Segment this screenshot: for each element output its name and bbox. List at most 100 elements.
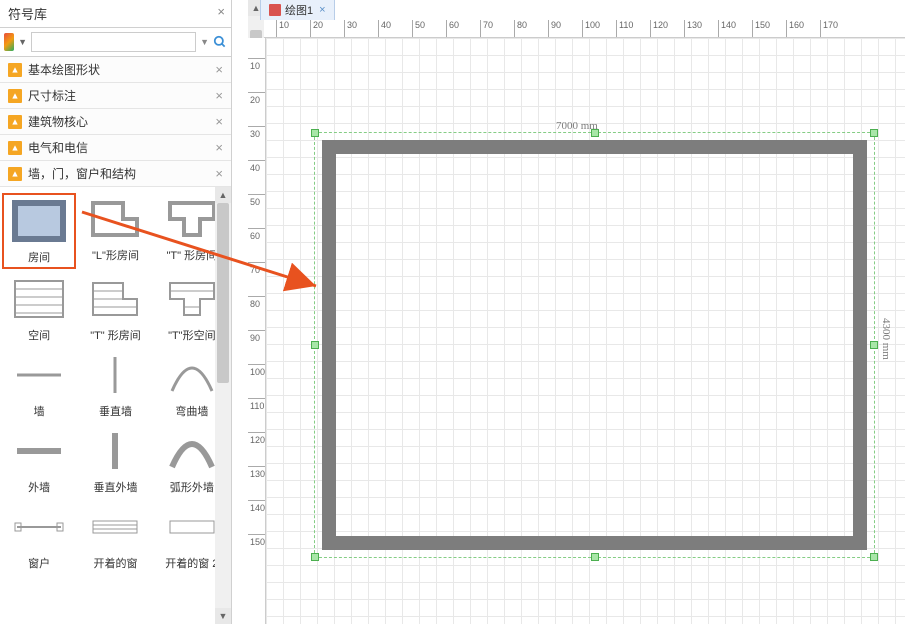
dimension-height-label: 4300 mm bbox=[880, 318, 892, 360]
ruler-tick: 140 bbox=[248, 500, 266, 513]
category-close-button[interactable]: × bbox=[215, 114, 223, 129]
document-icon bbox=[269, 4, 281, 16]
shape-l-room[interactable]: "L"形房间 bbox=[78, 193, 152, 269]
resize-handle-s[interactable] bbox=[591, 553, 599, 561]
category-close-button[interactable]: × bbox=[215, 140, 223, 155]
shapes-panel: 房间 "L"形房间 "T" 形房间 空间 "T" 形房间 "T"形空间 bbox=[0, 187, 231, 624]
canvas-area: ▲ ▼ 绘图1 × 102030405060708090100110120130… bbox=[232, 0, 905, 624]
category-icon bbox=[8, 141, 22, 155]
category-label: 建筑物核心 bbox=[28, 113, 215, 130]
search-input[interactable] bbox=[31, 32, 196, 52]
ruler-tick: 140 bbox=[718, 20, 736, 38]
category-walls-doors-windows[interactable]: 墙，门，窗户和结构 × bbox=[0, 161, 231, 187]
ruler-tick: 120 bbox=[248, 432, 266, 445]
shape-label: "T"形空间 bbox=[168, 327, 216, 343]
library-icon[interactable] bbox=[4, 33, 14, 51]
shape-label: 房间 bbox=[28, 249, 50, 265]
shape-room[interactable]: 房间 bbox=[2, 193, 76, 269]
shapes-scrollbar[interactable]: ▲ ▼ bbox=[215, 187, 231, 624]
shape-label: 弧形外墙 bbox=[170, 479, 214, 495]
ruler-tick: 150 bbox=[248, 534, 266, 547]
scroll-thumb[interactable] bbox=[217, 203, 229, 383]
ruler-tick: 80 bbox=[514, 20, 527, 38]
library-dropdown-arrow[interactable]: ▼ bbox=[18, 37, 27, 47]
shape-t-room-2[interactable]: "T" 形房间 bbox=[78, 273, 152, 345]
ruler-tick: 20 bbox=[248, 92, 266, 105]
category-close-button[interactable]: × bbox=[215, 166, 223, 181]
category-electrical[interactable]: 电气和电信 × bbox=[0, 135, 231, 161]
ruler-tick: 10 bbox=[276, 20, 289, 38]
shape-space[interactable]: 空间 bbox=[2, 273, 76, 345]
ruler-tick: 130 bbox=[248, 466, 266, 479]
shape-label: 空间 bbox=[28, 327, 50, 343]
close-sidebar-button[interactable]: × bbox=[217, 4, 225, 19]
category-building-core[interactable]: 建筑物核心 × bbox=[0, 109, 231, 135]
shape-label: "T" 形房间 bbox=[90, 327, 141, 343]
ruler-tick: 20 bbox=[310, 20, 323, 38]
resize-handle-nw[interactable] bbox=[311, 129, 319, 137]
ruler-tick: 80 bbox=[248, 296, 266, 309]
category-icon bbox=[8, 63, 22, 77]
category-label: 墙，门，窗户和结构 bbox=[28, 165, 215, 182]
ruler-tick: 110 bbox=[616, 20, 633, 38]
ruler-tick: 30 bbox=[344, 20, 357, 38]
category-label: 电气和电信 bbox=[28, 139, 215, 156]
tab-drawing1[interactable]: 绘图1 × bbox=[260, 0, 335, 20]
ruler-tick: 130 bbox=[684, 20, 702, 38]
shape-label: 弯曲墙 bbox=[175, 403, 208, 419]
shape-label: 开着的窗 2 bbox=[165, 555, 218, 571]
ruler-tick: 60 bbox=[446, 20, 459, 38]
ruler-tick: 110 bbox=[248, 398, 266, 411]
category-icon bbox=[8, 167, 22, 181]
shape-vertical-exterior-wall[interactable]: 垂直外墙 bbox=[78, 425, 152, 497]
drawing-canvas[interactable]: 7000 mm 4300 mm bbox=[266, 38, 905, 624]
search-icon bbox=[213, 35, 227, 49]
search-button[interactable] bbox=[213, 32, 227, 52]
search-row: ▼ ▼ bbox=[0, 28, 231, 57]
shape-open-window[interactable]: 开着的窗 bbox=[78, 501, 152, 573]
ruler-tick: 170 bbox=[820, 20, 838, 38]
ruler-tick: 40 bbox=[378, 20, 391, 38]
ruler-tick: 60 bbox=[248, 228, 266, 241]
sidebar-title: 符号库 bbox=[8, 4, 47, 23]
shape-exterior-wall[interactable]: 外墙 bbox=[2, 425, 76, 497]
ruler-tick: 70 bbox=[480, 20, 493, 38]
ruler-tick: 90 bbox=[248, 330, 266, 343]
category-basic-shapes[interactable]: 基本绘图形状 × bbox=[0, 57, 231, 83]
ruler-vertical: 102030405060708090100110120130140150 bbox=[248, 38, 266, 624]
category-dimensions[interactable]: 尺寸标注 × bbox=[0, 83, 231, 109]
ruler-horizontal: 1020304050607080901001101201301401501601… bbox=[264, 20, 905, 38]
resize-handle-e[interactable] bbox=[870, 341, 878, 349]
category-close-button[interactable]: × bbox=[215, 62, 223, 77]
ruler-tick: 90 bbox=[548, 20, 561, 38]
symbol-library-sidebar: 符号库 × ▼ ▼ 基本绘图形状 × 尺寸标注 × 建筑物核心 × 电气和电信 … bbox=[0, 0, 232, 624]
scroll-up-arrow[interactable]: ▲ bbox=[215, 187, 231, 203]
shape-label: 开着的窗 bbox=[93, 555, 137, 571]
scroll-down-arrow[interactable]: ▼ bbox=[215, 608, 231, 624]
shape-window[interactable]: 窗户 bbox=[2, 501, 76, 573]
search-dropdown-arrow[interactable]: ▼ bbox=[200, 37, 209, 47]
resize-handle-w[interactable] bbox=[311, 341, 319, 349]
ruler-tick: 100 bbox=[248, 364, 266, 377]
category-label: 尺寸标注 bbox=[28, 87, 215, 104]
resize-handle-sw[interactable] bbox=[311, 553, 319, 561]
category-label: 基本绘图形状 bbox=[28, 61, 215, 78]
shape-wall[interactable]: 墙 bbox=[2, 349, 76, 421]
shapes-grid: 房间 "L"形房间 "T" 形房间 空间 "T" 形房间 "T"形空间 bbox=[0, 187, 231, 579]
shape-label: 墙 bbox=[34, 403, 45, 419]
resize-handle-ne[interactable] bbox=[870, 129, 878, 137]
ruler-tick: 40 bbox=[248, 160, 266, 173]
ruler-tick: 50 bbox=[248, 194, 266, 207]
ruler-tick: 150 bbox=[752, 20, 770, 38]
category-icon bbox=[8, 89, 22, 103]
tab-label: 绘图1 bbox=[285, 2, 313, 18]
ruler-tick: 160 bbox=[786, 20, 804, 38]
tab-close-button[interactable]: × bbox=[319, 4, 325, 16]
shape-label: 垂直墙 bbox=[99, 403, 132, 419]
category-close-button[interactable]: × bbox=[215, 88, 223, 103]
room-shape-instance[interactable] bbox=[322, 140, 867, 550]
dimension-width-label: 7000 mm bbox=[556, 120, 598, 132]
shape-vertical-wall[interactable]: 垂直墙 bbox=[78, 349, 152, 421]
resize-handle-se[interactable] bbox=[870, 553, 878, 561]
ruler-tick: 50 bbox=[412, 20, 425, 38]
